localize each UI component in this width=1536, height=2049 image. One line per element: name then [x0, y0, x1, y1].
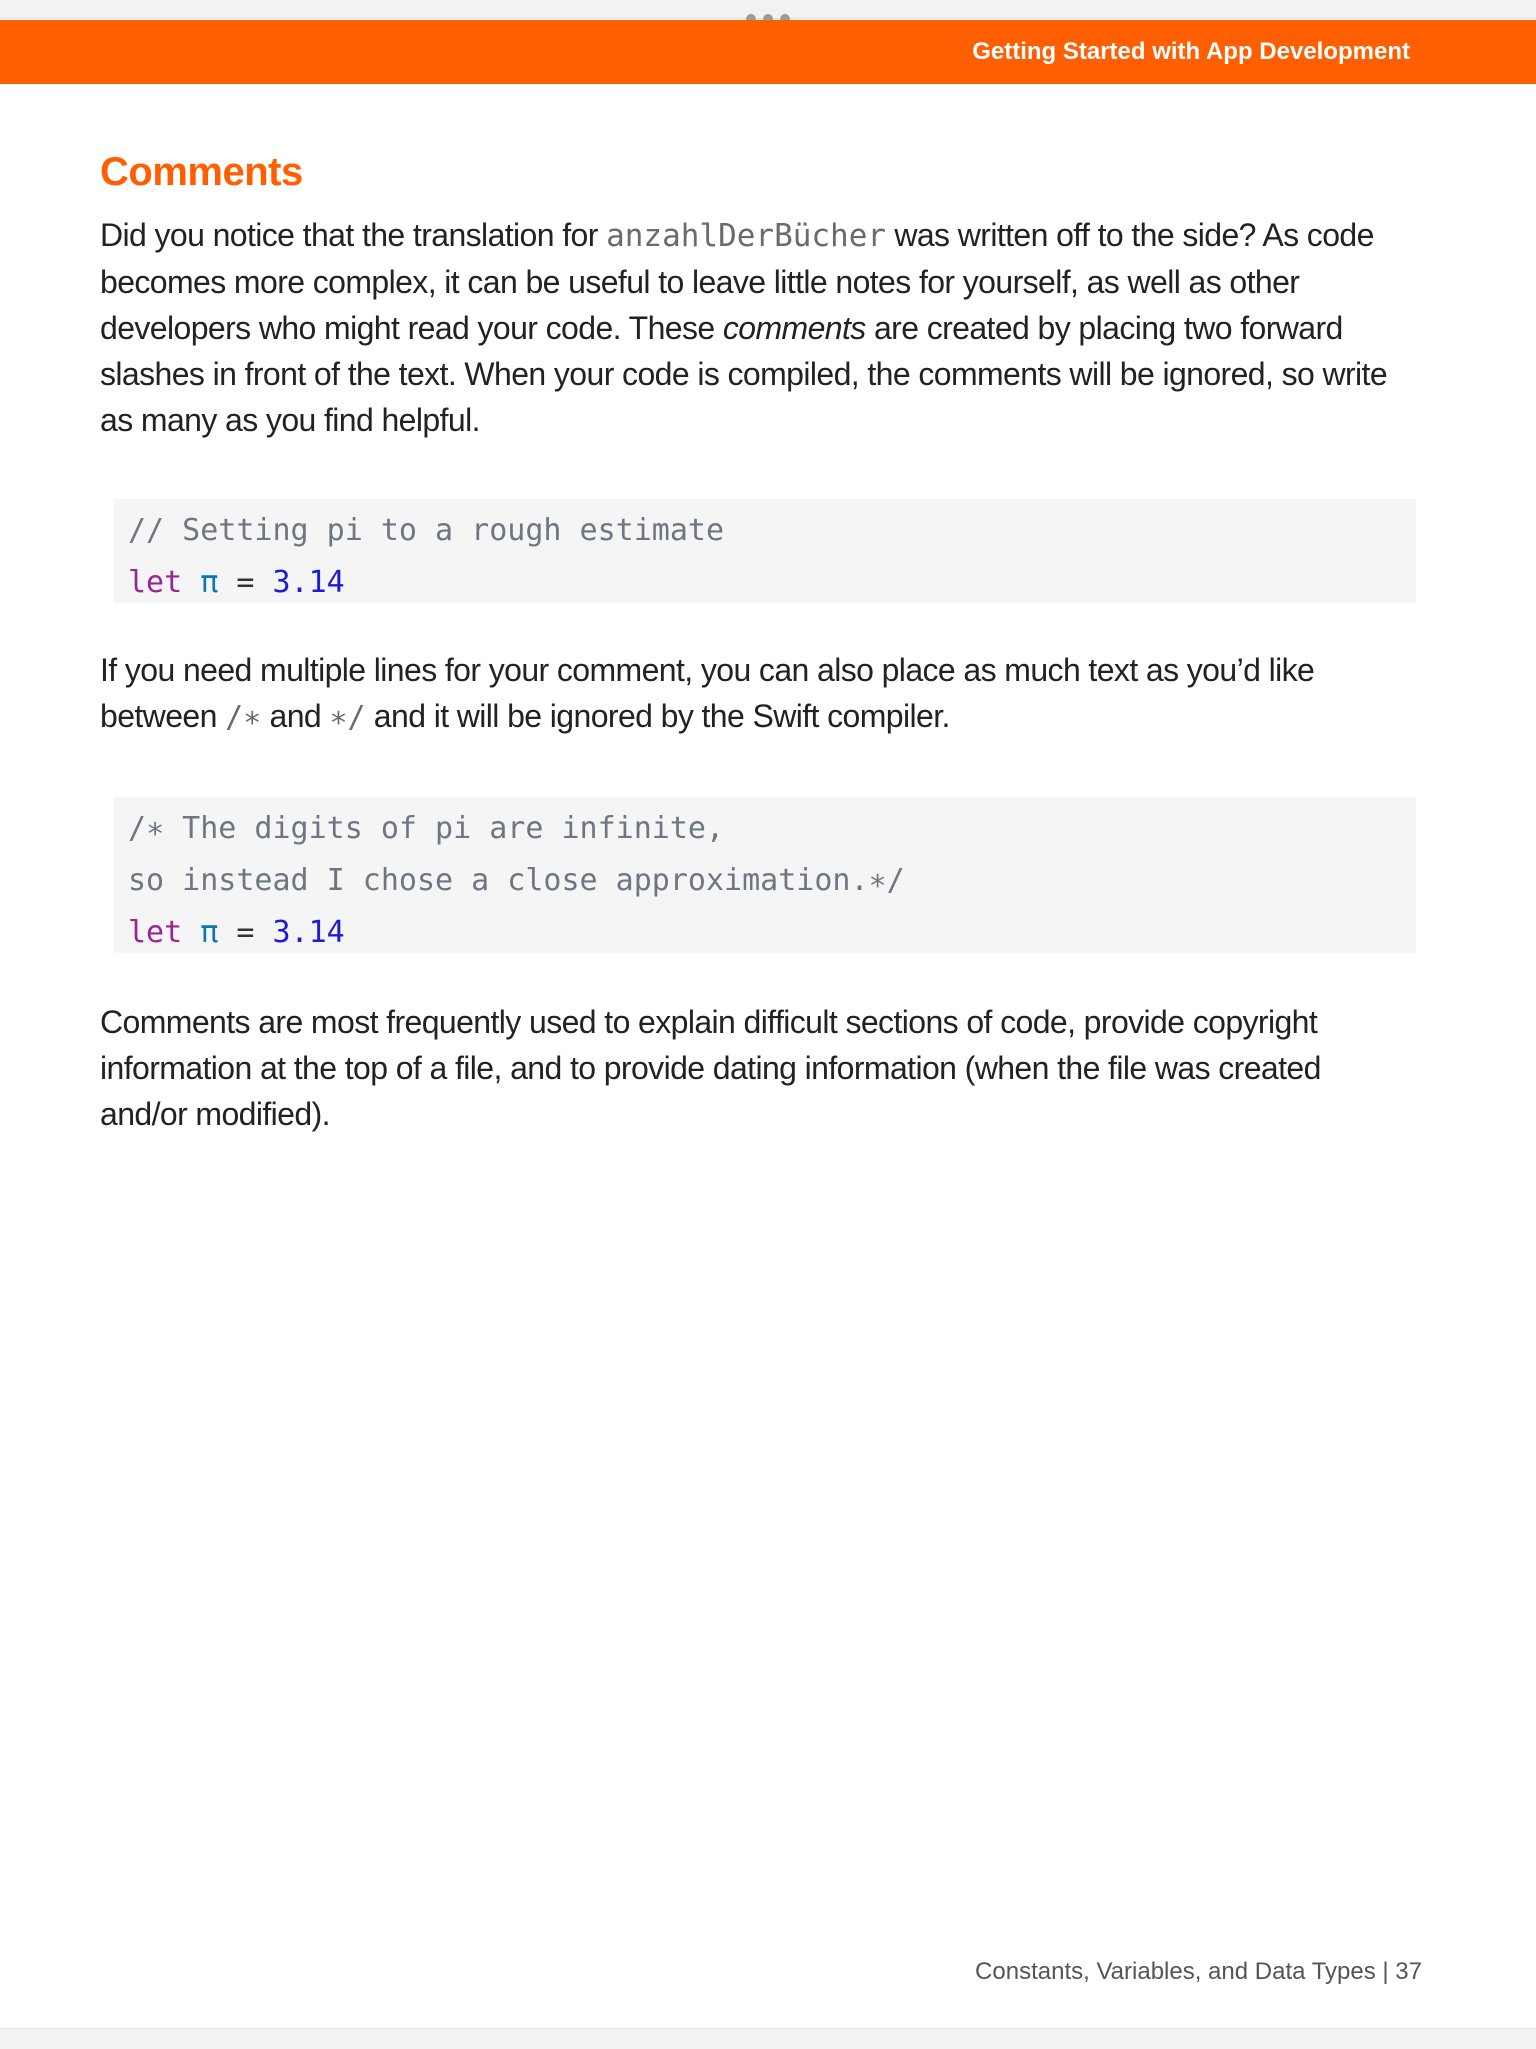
page-content: Comments Did you notice that the transla… — [100, 142, 1416, 1137]
paragraph-multiline: If you need multiple lines for your comm… — [100, 647, 1416, 741]
emphasis-text: comments — [722, 310, 866, 346]
chapter-title: Getting Started with App Development — [972, 38, 1410, 65]
inline-code: /∗ — [225, 700, 262, 735]
bottom-edge — [0, 2028, 1536, 2049]
code-number: 3.14 — [272, 565, 345, 600]
code-line: /∗ The digits of pi are infinite, — [128, 803, 1416, 855]
paragraph-text: and — [261, 698, 330, 734]
code-keyword: let — [128, 565, 183, 600]
code-block-multi-line-comment: /∗ The digits of pi are infinite, so inst… — [114, 797, 1416, 953]
code-comment: /∗ The digits of pi are infinite, — [128, 811, 725, 846]
paragraph-usage: Comments are most frequently used to exp… — [100, 1004, 1321, 1132]
code-line: // Setting pi to a rough estimate — [128, 505, 1416, 557]
code-comment: so instead I chose a close approximation… — [128, 863, 905, 898]
paragraph-text: Did you notice that the translation for — [100, 217, 607, 253]
code-number: 3.14 — [272, 915, 345, 950]
code-identifier: π — [200, 915, 219, 950]
code-operator: = — [236, 915, 255, 950]
code-line: so instead I chose a close approximation… — [128, 855, 1416, 907]
paragraph-intro: Did you notice that the translation for … — [100, 212, 1416, 443]
paragraph-text: and it will be ignored by the Swift comp… — [365, 698, 951, 734]
code-block-single-line-comment: // Setting pi to a rough estimate let π =… — [114, 499, 1416, 603]
section-heading: Comments — [100, 150, 303, 194]
inline-code: anzahlDerBücher — [606, 218, 887, 254]
code-comment: // Setting pi to a rough estimate — [128, 513, 725, 548]
inline-code: ∗/ — [329, 700, 366, 735]
code-line: let π = 3.14 — [128, 907, 1416, 959]
code-keyword: let — [128, 915, 183, 950]
code-identifier: π — [200, 565, 219, 600]
code-line: let π = 3.14 — [128, 557, 1416, 609]
code-operator: = — [236, 565, 255, 600]
page-footer: Constants, Variables, and Data Types | 3… — [975, 1958, 1422, 1985]
